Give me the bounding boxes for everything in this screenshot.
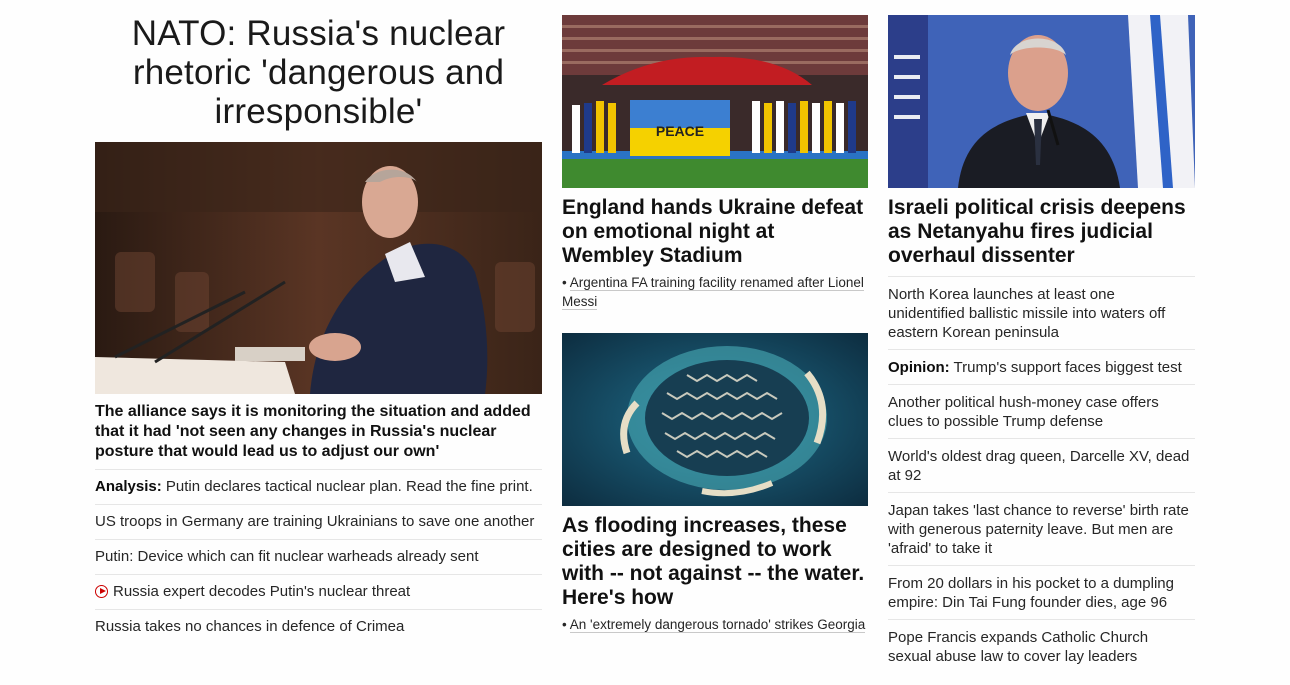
link-text: North Korea launches at least one uniden… — [888, 286, 1166, 341]
middle-column: PEACE England hands Ukraine defeat on em… — [562, 0, 868, 634]
bullet: • — [562, 275, 567, 290]
lead-headline[interactable]: NATO: Russia's nuclear rhetoric 'dangero… — [95, 14, 542, 131]
list-item[interactable]: Opinion: Trump's support faces biggest t… — [888, 350, 1195, 385]
list-item[interactable]: World's oldest drag queen, Darcelle XV, … — [888, 439, 1195, 493]
putin-photo[interactable] — [95, 142, 542, 394]
card-headline[interactable]: Israeli political crisis deepens as Neta… — [888, 196, 1195, 268]
list-item[interactable]: Russia takes no chances in defence of Cr… — [95, 610, 542, 644]
sublink-text: An 'extremely dangerous tornado' strikes… — [569, 617, 866, 633]
lead-story: NATO: Russia's nuclear rhetoric 'dangero… — [95, 0, 542, 644]
link-text: Putin declares tactical nuclear plan. Re… — [161, 478, 533, 495]
list-item[interactable]: Putin: Device which can fit nuclear warh… — [95, 540, 542, 575]
peace-banner: PEACE — [656, 123, 704, 139]
right-column: Israeli political crisis deepens as Neta… — [888, 0, 1195, 673]
list-item[interactable]: Analysis: Putin declares tactical nuclea… — [95, 470, 542, 505]
analysis-label: Analysis: — [95, 478, 162, 495]
list-item[interactable]: Russia expert decodes Putin's nuclear th… — [95, 575, 542, 610]
list-item[interactable]: From 20 dollars in his pocket to a dumpl… — [888, 566, 1195, 620]
wembley-photo[interactable]: PEACE — [562, 15, 868, 188]
link-text: Putin: Device which can fit nuclear warh… — [95, 548, 479, 565]
link-text: Russia takes no chances in defence of Cr… — [95, 618, 405, 635]
card-headline[interactable]: As flooding increases, these cities are … — [562, 514, 868, 610]
link-text: From 20 dollars in his pocket to a dumpl… — [888, 575, 1174, 611]
list-item[interactable]: Another political hush-money case offers… — [888, 385, 1195, 439]
link-text: Trump's support faces biggest test — [949, 359, 1182, 376]
lead-summary[interactable]: The alliance says it is monitoring the s… — [95, 402, 542, 462]
link-text: Another political hush-money case offers… — [888, 394, 1159, 430]
list-item[interactable]: Pope Francis expands Catholic Church sex… — [888, 620, 1195, 673]
list-item[interactable]: North Korea launches at least one uniden… — [888, 277, 1195, 350]
link-text: World's oldest drag queen, Darcelle XV, … — [888, 448, 1190, 484]
card-headline[interactable]: England hands Ukraine defeat on emotiona… — [562, 196, 868, 268]
link-text: US troops in Germany are training Ukrain… — [95, 513, 535, 530]
opinion-label: Opinion: — [888, 359, 950, 376]
sublink[interactable]: • An 'extremely dangerous tornado' strik… — [562, 615, 868, 634]
right-related-links: North Korea launches at least one uniden… — [888, 276, 1195, 673]
link-text: Russia expert decodes Putin's nuclear th… — [113, 583, 411, 600]
sublink[interactable]: • Argentina FA training facility renamed… — [562, 273, 868, 311]
gallant-photo[interactable] — [888, 15, 1195, 188]
list-item[interactable]: US troops in Germany are training Ukrain… — [95, 505, 542, 540]
list-item[interactable]: Japan takes 'last chance to reverse' bir… — [888, 493, 1195, 566]
lead-related-links: Analysis: Putin declares tactical nuclea… — [95, 469, 542, 644]
bullet: • — [562, 617, 567, 632]
play-icon — [95, 585, 108, 598]
link-text: Japan takes 'last chance to reverse' bir… — [888, 502, 1189, 557]
floating-city-photo[interactable] — [562, 333, 868, 506]
sublink-text: Argentina FA training facility renamed a… — [562, 275, 864, 310]
link-text: Pope Francis expands Catholic Church sex… — [888, 629, 1149, 665]
